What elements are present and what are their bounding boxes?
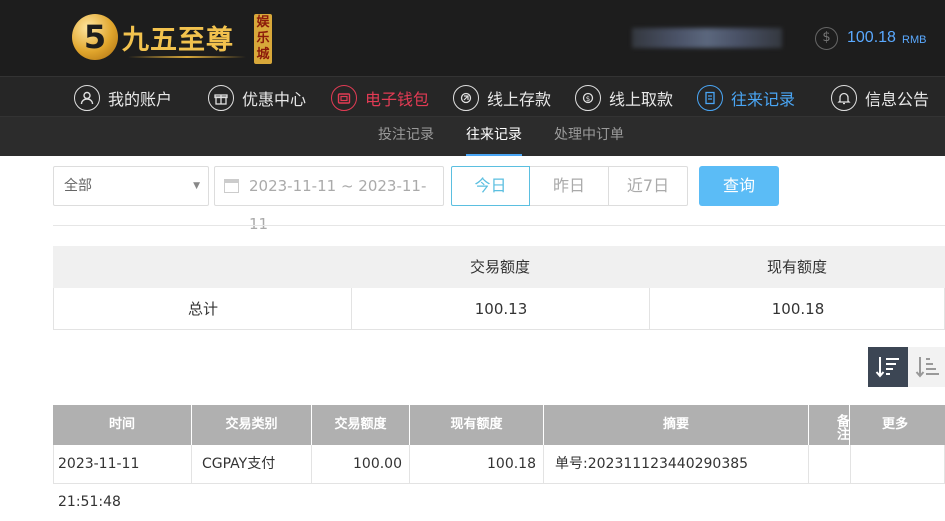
query-button[interactable]: 查询 xyxy=(699,166,779,206)
nav-announcements[interactable]: 信息公告 xyxy=(831,83,929,113)
nav-label: 优惠中心 xyxy=(242,90,307,109)
calendar-icon xyxy=(224,179,239,193)
cell-time: 2023-11-11 21:51:48 xyxy=(58,456,140,510)
summary-total-amount: 100.13 xyxy=(474,300,528,318)
column-header-remark: 备注 xyxy=(834,413,849,440)
cell-divider xyxy=(808,445,809,484)
nav-label: 信息公告 xyxy=(865,90,930,109)
sort-asc-icon xyxy=(915,357,939,378)
cell-type: CGPAY支付 xyxy=(202,456,276,472)
summary-header-amount: 交易额度 xyxy=(469,258,530,276)
balance-amount: 100.18 xyxy=(847,29,896,46)
cell-divider xyxy=(409,445,410,484)
wallet-icon xyxy=(331,85,357,111)
column-header-more: 更多 xyxy=(881,417,908,432)
balance-unit: RMB xyxy=(902,34,927,46)
column-header-amount: 交易额度 xyxy=(334,417,387,432)
nav-label: 线上存款 xyxy=(487,90,552,109)
bell-icon xyxy=(831,85,857,111)
tab-bet-records[interactable]: 投注记录 xyxy=(378,117,434,156)
tab-pending-orders[interactable]: 处理中订单 xyxy=(554,117,624,156)
date-range-input[interactable]: 2023-11-11 ~ 2023-11-11 xyxy=(214,166,444,233)
cell-balance: 100.18 xyxy=(487,456,536,472)
dollar-circle-icon: $ xyxy=(815,27,838,50)
nav-label: 线上取款 xyxy=(609,90,674,109)
cell-divider xyxy=(191,445,192,484)
summary-row: 总计 100.13 100.18 xyxy=(53,288,945,330)
last-7-days-button[interactable]: 近7日 xyxy=(609,166,688,206)
sort-ascending-button[interactable] xyxy=(908,347,945,387)
sort-desc-icon xyxy=(875,357,899,378)
sub-nav: 投注记录 往来记录 处理中订单 xyxy=(0,117,945,156)
logo-numeral: 5 xyxy=(83,18,107,56)
column-header-time: 时间 xyxy=(108,417,135,432)
summary-header-balance: 现有额度 xyxy=(766,258,827,276)
nav-online-withdraw[interactable]: $ 线上取款 xyxy=(575,83,673,113)
logo-tag: 娱乐城 xyxy=(254,14,272,64)
nav-online-deposit[interactable]: 线上存款 xyxy=(453,83,551,113)
nav-label: 电子钱包 xyxy=(365,90,430,109)
deposit-icon xyxy=(453,85,479,111)
site-logo[interactable]: 5 九五至尊 娱乐城 xyxy=(70,12,275,66)
column-header-type: 交易类别 xyxy=(225,417,278,432)
yesterday-button[interactable]: 昨日 xyxy=(530,166,609,206)
blurred-username xyxy=(632,28,782,48)
svg-text:$: $ xyxy=(586,95,590,103)
withdraw-icon: $ xyxy=(575,85,601,111)
cell-divider xyxy=(311,445,312,484)
type-select-value: 全部 xyxy=(64,178,92,194)
sort-descending-button[interactable] xyxy=(868,347,908,387)
user-icon xyxy=(74,85,100,111)
main-nav: 我的账户 优惠中心 电子钱包 线上存款 $ 线上取款 往来记录 信息公告 xyxy=(0,76,945,117)
filter-divider xyxy=(53,225,945,226)
cell-more[interactable] xyxy=(851,445,941,484)
chevron-down-icon: ▼ xyxy=(193,181,200,191)
nav-e-wallet[interactable]: 电子钱包 xyxy=(331,83,429,113)
cell-summary: 单号:202311123440290385 xyxy=(555,456,749,472)
nav-promotions[interactable]: 优惠中心 xyxy=(208,83,306,113)
cell-amount: 100.00 xyxy=(353,456,402,472)
summary-header: 交易额度 现有额度 xyxy=(53,246,945,288)
nav-transaction-records[interactable]: 往来记录 xyxy=(697,83,795,113)
logo-name: 九五至尊 xyxy=(122,25,234,56)
cell-divider xyxy=(543,445,544,484)
nav-label: 我的账户 xyxy=(108,90,173,109)
summary-total-label: 总计 xyxy=(187,300,218,318)
column-header-summary: 摘要 xyxy=(662,417,689,432)
gift-icon xyxy=(208,85,234,111)
column-header-balance: 现有额度 xyxy=(450,417,503,432)
type-select[interactable]: 全部 ▼ xyxy=(53,166,209,206)
summary-total-balance: 100.18 xyxy=(771,300,825,318)
top-header: 5 九五至尊 娱乐城 $ 100.18 RMB xyxy=(0,0,945,76)
logo-ornament xyxy=(128,56,246,58)
nav-my-account[interactable]: 我的账户 xyxy=(74,83,172,113)
records-table-header: 时间 交易类别 交易额度 现有额度 摘要 备注 更多 xyxy=(53,405,945,445)
tab-transaction-records[interactable]: 往来记录 xyxy=(466,117,522,156)
today-button[interactable]: 今日 xyxy=(451,166,530,206)
records-icon xyxy=(697,85,723,111)
cell-remark xyxy=(810,445,850,484)
table-row[interactable]: 2023-11-11 21:51:48 CGPAY支付 100.00 100.1… xyxy=(53,445,945,510)
logo-tag-text: 娱乐城 xyxy=(256,15,270,62)
nav-label: 往来记录 xyxy=(731,90,796,109)
